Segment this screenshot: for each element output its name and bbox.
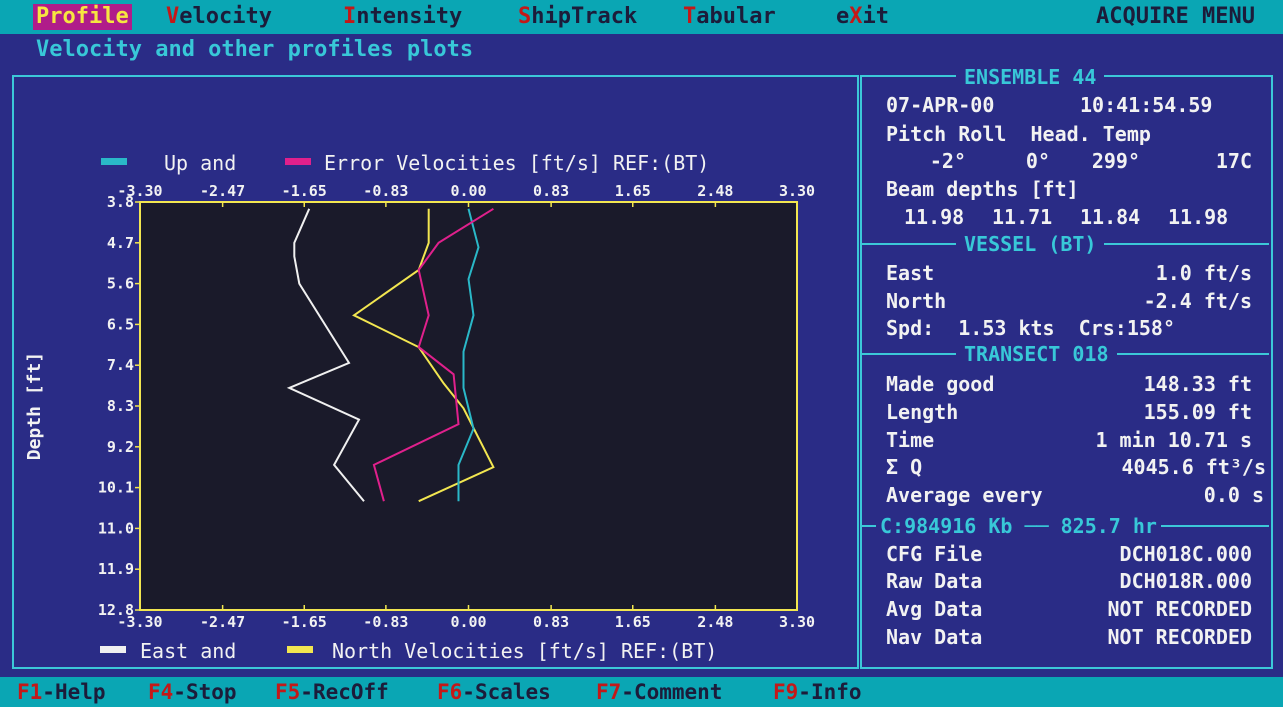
made-good-label: Made good [886,372,995,396]
avg-data-label: Avg Data [886,597,983,621]
f5-recoff-key[interactable]: F5-RecOff [275,680,389,704]
x-tick-label-top: 0.00 [450,182,486,200]
vessel-north-value: -2.4 ft/s [1143,289,1252,313]
x-tick-label-bottom: 2.48 [697,613,733,631]
f7-action-label: -Comment [621,680,723,704]
ensemble-date: 07-APR-00 [886,93,995,117]
average-every-value: 0.0 s [1203,483,1264,507]
ensemble-time: 10:41:54.59 [1080,93,1213,117]
y-tick-label: 4.7 [107,234,134,252]
nav-data-value: NOT RECORDED [1107,625,1253,649]
temp-value: 17C [1215,149,1252,173]
x-tick-label-top: -2.47 [200,182,245,200]
f7-comment-key[interactable]: F7-Comment [596,680,722,704]
function-key-bar: F1-Help F4-Stop F5-RecOff F6-Scales F7-C… [0,677,1283,707]
f4-stop-key[interactable]: F4-Stop [148,680,237,704]
f1-action-label: -Help [42,680,106,704]
f7-key-label: F7 [596,680,622,704]
x-tick-label-top: 0.83 [533,182,569,200]
transect-title: TRANSECT 018 [956,343,1117,365]
ensemble-title: ENSEMBLE 44 [956,66,1105,88]
total-discharge-value: 4045.6 ft³/s [1121,455,1267,479]
roll-value: 0° [1025,149,1050,173]
f6-scales-key[interactable]: F6-Scales [437,680,551,704]
y-tick-label: 5.6 [107,275,134,293]
time-value: 1 min 10.71 s [1095,428,1252,452]
cfg-file-value: DCH018C.000 [1119,542,1252,566]
y-tick-label: 8.3 [107,397,134,415]
total-discharge-label: Σ Q [886,455,923,479]
f9-info-key[interactable]: F9-Info [773,680,862,704]
beam-depths-label: Beam depths [ft] [886,177,1079,201]
x-tick-label-bottom: -0.83 [363,613,408,631]
x-tick-label-top: 1.65 [615,182,651,200]
x-tick-label-bottom: 1.65 [615,613,651,631]
x-tick-label-top: -3.30 [117,182,162,200]
average-every-label: Average every [886,483,1043,507]
f6-action-label: -Scales [462,680,551,704]
f4-key-label: F4 [148,680,174,704]
f9-action-label: -Info [798,680,862,704]
beam-depth-2: 11.71 [992,205,1053,229]
y-tick-label: 9.2 [107,438,134,456]
f1-help-key[interactable]: F1-Help [17,680,106,704]
nav-data-label: Nav Data [886,625,983,649]
x-tick-label-bottom: -3.30 [117,613,162,631]
heading-value: 299° [1091,149,1140,173]
y-tick-label: 11.9 [98,560,134,578]
f5-key-label: F5 [275,680,301,704]
length-label: Length [886,400,959,424]
memory-status: C:984916 Kb ── 825.7 hr [876,515,1161,537]
avg-data-value: NOT RECORDED [1107,597,1253,621]
y-tick-label: 6.5 [107,315,134,333]
x-tick-label-bottom: 0.83 [533,613,569,631]
disk-free: C:984916 Kb [880,514,1013,538]
time-label: Time [886,428,935,452]
x-tick-label-top: 3.30 [779,182,815,200]
x-tick-label-bottom: -2.47 [200,613,245,631]
x-tick-label-bottom: -1.65 [282,613,327,631]
vessel-east-value: 1.0 ft/s [1155,261,1252,285]
raw-data-value: DCH018R.000 [1119,569,1252,593]
beam-depth-3: 11.84 [1080,205,1141,229]
x-tick-label-top: 2.48 [697,182,733,200]
y-tick-label: 10.1 [98,479,134,497]
made-good-value: 148.33 ft [1143,372,1252,396]
f5-action-label: -RecOff [300,680,389,704]
attitude-headers: Pitch Roll Head. Temp [886,122,1151,146]
vessel-speed-course: Spd: 1.53 kts Crs:158° [886,316,1175,340]
f1-key-label: F1 [17,680,43,704]
y-tick-label: 7.4 [107,356,134,374]
f9-key-label: F9 [773,680,799,704]
pitch-value: -2° [929,149,966,173]
length-value: 155.09 ft [1143,400,1252,424]
x-tick-label-top: -1.65 [282,182,327,200]
f4-action-label: -Stop [173,680,237,704]
vessel-north-label: North [886,289,947,313]
vessel-east-label: East [886,261,935,285]
beam-depth-1: 11.98 [904,205,965,229]
y-axis-label: Depth [ft] [24,352,45,460]
x-tick-label-bottom: 3.30 [779,613,815,631]
y-tick-label: 11.0 [98,519,134,537]
x-tick-label-bottom: 0.00 [450,613,486,631]
x-tick-label-top: -0.83 [363,182,408,200]
raw-data-label: Raw Data [886,569,983,593]
f6-key-label: F6 [437,680,463,704]
cfg-file-label: CFG File [886,542,983,566]
hours-remaining: 825.7 hr [1060,514,1157,538]
vessel-title: VESSEL (BT) [956,233,1105,255]
beam-depth-4: 11.98 [1168,205,1229,229]
